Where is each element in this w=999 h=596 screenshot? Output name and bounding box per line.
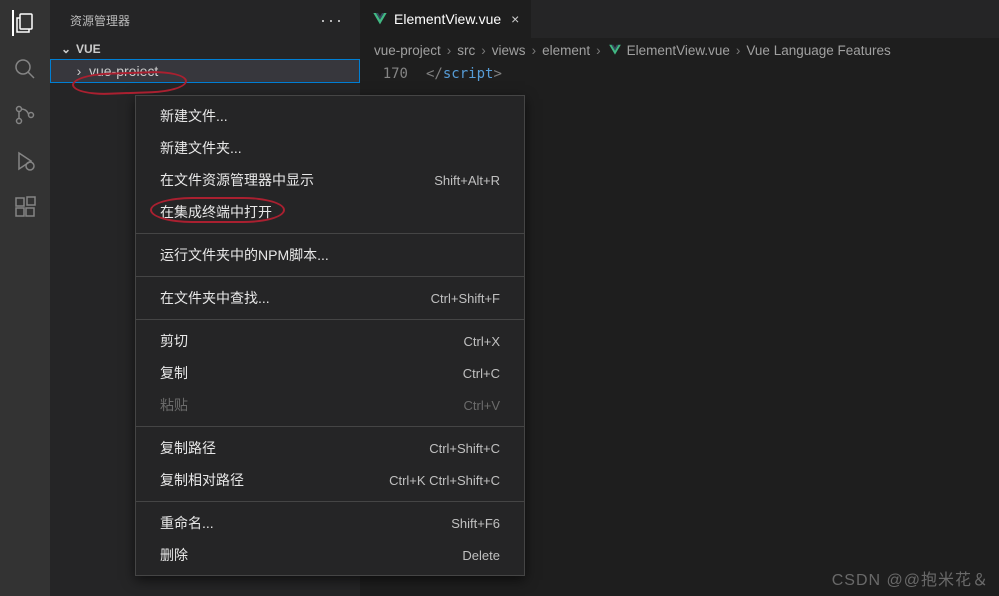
menu-item[interactable]: 复制 Ctrl+C bbox=[136, 357, 524, 389]
tab-bar: ElementView.vue × bbox=[360, 0, 999, 38]
menu-item[interactable]: 重命名... Shift+F6 bbox=[136, 507, 524, 539]
vue-file-icon bbox=[607, 42, 623, 58]
menu-item[interactable]: 新建文件... bbox=[136, 100, 524, 132]
code-text: </script> bbox=[426, 66, 502, 82]
menu-separator bbox=[136, 501, 524, 502]
line-number: 170 bbox=[374, 66, 408, 82]
menu-item[interactable]: 在集成终端中打开 bbox=[136, 196, 524, 228]
menu-item-shortcut: Ctrl+K Ctrl+Shift+C bbox=[389, 473, 500, 488]
menu-item-label: 在文件夹中查找... bbox=[160, 288, 270, 308]
search-icon[interactable] bbox=[12, 56, 38, 82]
breadcrumb-part[interactable]: src bbox=[457, 43, 475, 58]
menu-item[interactable]: 复制相对路径 Ctrl+K Ctrl+Shift+C bbox=[136, 464, 524, 496]
menu-item-label: 粘贴 bbox=[160, 395, 188, 415]
menu-item-label: 复制相对路径 bbox=[160, 470, 244, 490]
folder-label: vue-proiect bbox=[89, 63, 158, 79]
menu-item: 粘贴 Ctrl+V bbox=[136, 389, 524, 421]
extensions-icon[interactable] bbox=[12, 194, 38, 220]
menu-item-shortcut: Shift+F6 bbox=[451, 516, 500, 531]
source-control-icon[interactable] bbox=[12, 102, 38, 128]
menu-item-label: 重命名... bbox=[160, 513, 214, 533]
more-icon[interactable]: ··· bbox=[320, 10, 344, 31]
menu-separator bbox=[136, 426, 524, 427]
activity-bar bbox=[0, 0, 50, 596]
context-menu: 新建文件... 新建文件夹... 在文件资源管理器中显示 Shift+Alt+R 在集成… bbox=[135, 95, 525, 576]
menu-separator bbox=[136, 276, 524, 277]
workspace-root[interactable]: ⌄ VUE bbox=[50, 39, 360, 59]
menu-item-label: 在集成终端中打开 bbox=[160, 202, 272, 222]
menu-item-shortcut: Ctrl+V bbox=[464, 398, 500, 413]
chevron-down-icon: ⌄ bbox=[60, 42, 72, 56]
menu-item-label: 复制路径 bbox=[160, 438, 216, 458]
chevron-right-icon: › bbox=[532, 43, 537, 58]
breadcrumb-part[interactable]: views bbox=[492, 43, 526, 58]
menu-item[interactable]: 复制路径 Ctrl+Shift+C bbox=[136, 432, 524, 464]
menu-item-label: 复制 bbox=[160, 363, 188, 383]
menu-item[interactable]: 运行文件夹中的NPM脚本... bbox=[136, 239, 524, 271]
menu-item[interactable]: 新建文件夹... bbox=[136, 132, 524, 164]
menu-item-label: 运行文件夹中的NPM脚本... bbox=[160, 245, 329, 265]
menu-item[interactable]: 在文件资源管理器中显示 Shift+Alt+R bbox=[136, 164, 524, 196]
tab-elementview[interactable]: ElementView.vue × bbox=[360, 0, 531, 38]
menu-item-label: 新建文件... bbox=[160, 106, 228, 126]
run-debug-icon[interactable] bbox=[12, 148, 38, 174]
sidebar-header: 资源管理器 ··· bbox=[50, 0, 360, 39]
menu-separator bbox=[136, 319, 524, 320]
chevron-right-icon: › bbox=[481, 43, 486, 58]
menu-item-label: 删除 bbox=[160, 545, 188, 565]
chevron-right-icon: › bbox=[596, 43, 601, 58]
breadcrumb[interactable]: vue-project › src › views › element › El… bbox=[360, 38, 999, 62]
menu-item-shortcut: Shift+Alt+R bbox=[434, 173, 500, 188]
code-editor[interactable]: 170 </script> bbox=[360, 62, 999, 82]
menu-item-label: 新建文件夹... bbox=[160, 138, 242, 158]
folder-item-vue-project[interactable]: › vue-proiect bbox=[50, 59, 360, 83]
close-icon[interactable]: × bbox=[511, 11, 519, 27]
menu-item-label: 剪切 bbox=[160, 331, 188, 351]
code-line: 170 </script> bbox=[374, 66, 999, 82]
breadcrumb-part[interactable]: Vue Language Features bbox=[746, 43, 890, 58]
root-folder-label: VUE bbox=[76, 42, 101, 56]
breadcrumb-part[interactable]: ElementView.vue bbox=[627, 43, 730, 58]
chevron-right-icon: › bbox=[447, 43, 452, 58]
menu-item-label: 在文件资源管理器中显示 bbox=[160, 170, 314, 190]
menu-item[interactable]: 在文件夹中查找... Ctrl+Shift+F bbox=[136, 282, 524, 314]
menu-item[interactable]: 删除 Delete bbox=[136, 539, 524, 571]
menu-item-shortcut: Ctrl+C bbox=[463, 366, 500, 381]
vue-file-icon bbox=[372, 11, 388, 27]
menu-item-shortcut: Ctrl+Shift+C bbox=[429, 441, 500, 456]
menu-item[interactable]: 剪切 Ctrl+X bbox=[136, 325, 524, 357]
chevron-right-icon: › bbox=[736, 43, 741, 58]
explorer-icon[interactable] bbox=[12, 10, 38, 36]
menu-item-shortcut: Ctrl+Shift+F bbox=[431, 291, 500, 306]
breadcrumb-part[interactable]: element bbox=[542, 43, 590, 58]
tab-label: ElementView.vue bbox=[394, 11, 501, 27]
menu-item-shortcut: Ctrl+X bbox=[464, 334, 500, 349]
menu-item-shortcut: Delete bbox=[462, 548, 500, 563]
menu-separator bbox=[136, 233, 524, 234]
breadcrumb-part[interactable]: vue-project bbox=[374, 43, 441, 58]
chevron-right-icon: › bbox=[73, 63, 85, 79]
sidebar-title: 资源管理器 bbox=[70, 12, 130, 29]
